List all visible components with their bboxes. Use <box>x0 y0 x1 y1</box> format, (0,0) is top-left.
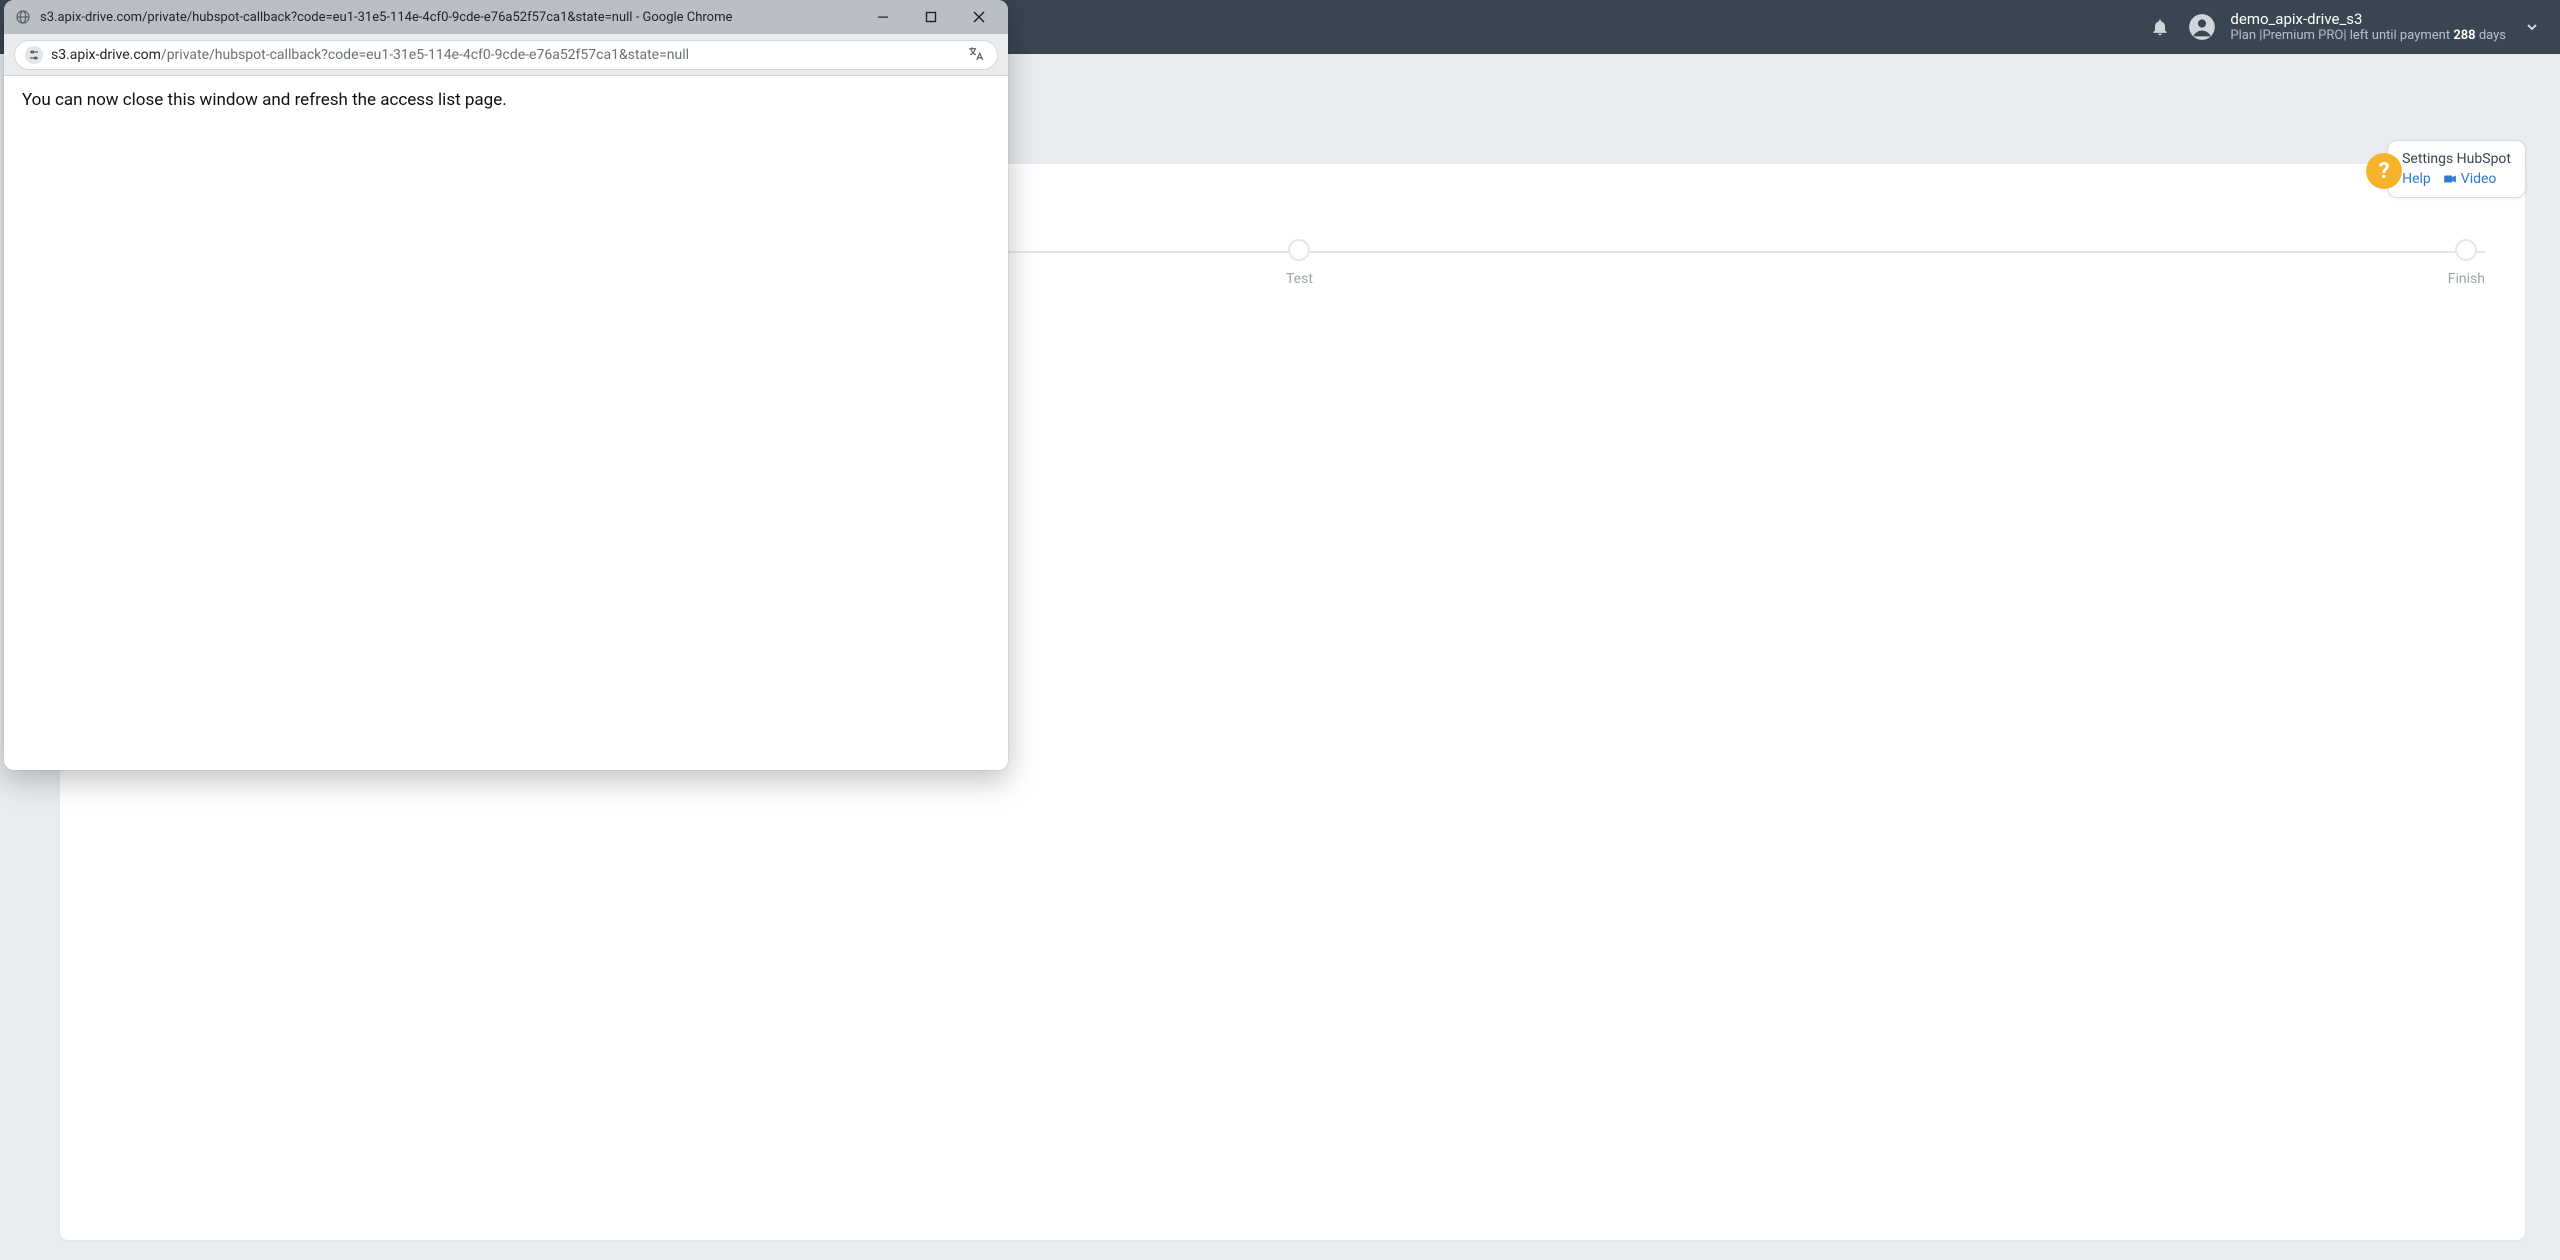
url-domain: s3.apix-drive.com <box>51 47 161 63</box>
maximize-button[interactable] <box>908 2 954 32</box>
translate-icon[interactable] <box>967 45 987 65</box>
step-label: Test <box>1286 271 1313 287</box>
help-bubble: ? Settings HubSpot Help Video <box>2387 140 2526 198</box>
window-controls <box>860 2 1002 32</box>
plan-mid: | left until payment <box>2343 28 2453 43</box>
step-test[interactable]: Test <box>1286 239 1313 287</box>
step-finish[interactable]: Finish <box>2448 239 2485 287</box>
help-badge-icon[interactable]: ? <box>2366 153 2402 189</box>
plan-line: Plan |Premium PRO| left until payment 28… <box>2230 28 2506 44</box>
window-title: s3.apix-drive.com/private/hubspot-callba… <box>40 10 852 25</box>
callback-success-message: You can now close this window and refres… <box>22 90 507 110</box>
plan-days-suffix: days <box>2476 28 2506 43</box>
address-field[interactable]: s3.apix-drive.com/private/hubspot-callba… <box>14 40 998 70</box>
chrome-address-bar: s3.apix-drive.com/private/hubspot-callba… <box>4 34 1008 76</box>
user-info[interactable]: demo_apix-drive_s3 Plan |Premium PRO| le… <box>2230 10 2506 44</box>
help-bubble-title: Settings HubSpot <box>2402 151 2511 167</box>
step-dot <box>2455 239 2477 261</box>
plan-prefix: Plan | <box>2230 28 2262 43</box>
user-avatar-icon[interactable] <box>2188 13 2216 41</box>
minimize-button[interactable] <box>860 2 906 32</box>
help-link[interactable]: Help <box>2402 171 2431 187</box>
close-button[interactable] <box>956 2 1002 32</box>
bell-icon[interactable] <box>2150 17 2170 37</box>
username: demo_apix-drive_s3 <box>2230 10 2506 28</box>
chevron-down-icon[interactable] <box>2524 19 2540 35</box>
site-settings-icon[interactable] <box>25 46 43 64</box>
url-text: s3.apix-drive.com/private/hubspot-callba… <box>51 47 959 63</box>
plan-days: 288 <box>2453 28 2475 43</box>
chrome-titlebar[interactable]: s3.apix-drive.com/private/hubspot-callba… <box>4 0 1008 34</box>
chrome-popup-window: s3.apix-drive.com/private/hubspot-callba… <box>4 0 1008 770</box>
globe-icon <box>14 8 32 26</box>
video-icon <box>2443 172 2457 186</box>
chrome-page-content: You can now close this window and refres… <box>4 76 1008 770</box>
url-path: /private/hubspot-callback?code=eu1-31e5-… <box>161 47 689 63</box>
video-link[interactable]: Video <box>2443 171 2497 187</box>
step-label: Finish <box>2448 271 2485 287</box>
video-link-label: Video <box>2461 171 2497 187</box>
plan-name: Premium PRO <box>2262 28 2343 43</box>
step-dot <box>1288 239 1310 261</box>
